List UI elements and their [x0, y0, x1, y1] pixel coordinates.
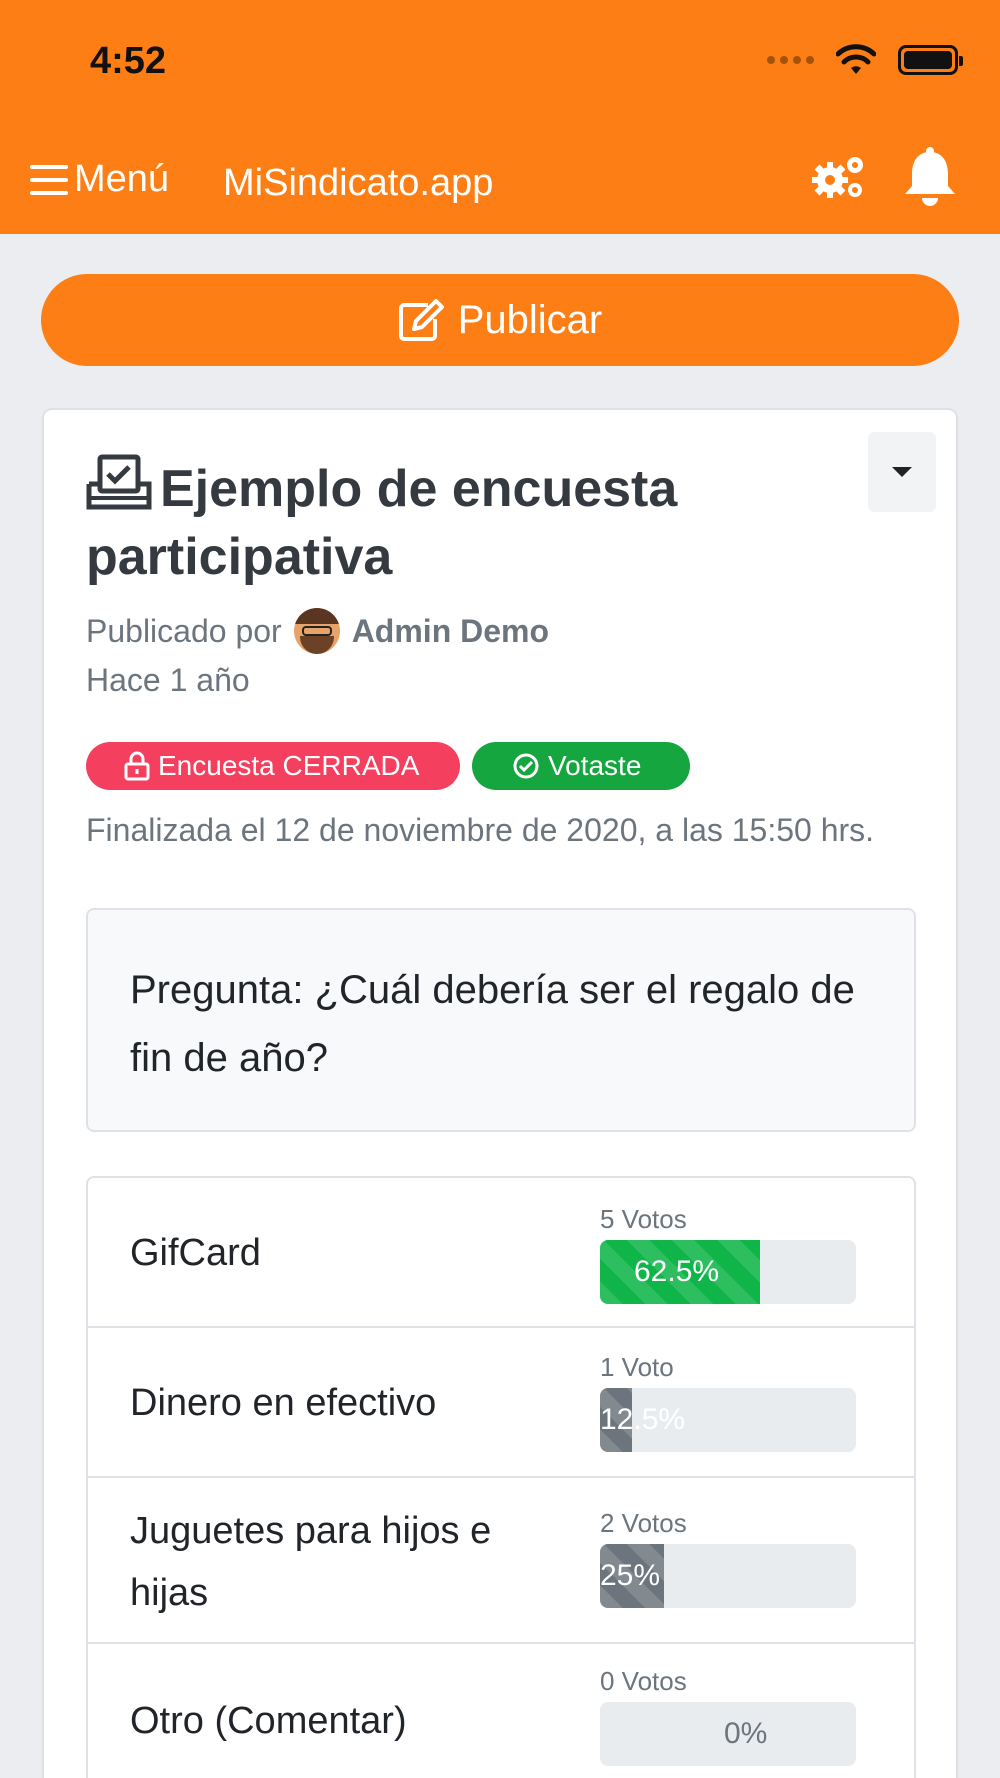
poll-option-votes: 5 Votos — [600, 1204, 687, 1234]
poll-badges: Encuesta CERRADA Votaste — [86, 742, 690, 790]
wifi-icon — [836, 44, 876, 74]
poll-option[interactable]: Otro (Comentar) 0 Votos 0% — [88, 1644, 914, 1778]
poll-card: Ejemplo de encuesta participativa Public… — [42, 408, 958, 1778]
poll-option-label: Otro (Comentar) — [130, 1700, 407, 1742]
card-options-dropdown[interactable] — [868, 432, 936, 512]
poll-option-bar: 12.5% — [600, 1388, 856, 1452]
signal-icon — [767, 56, 814, 64]
poll-options-list: GifCard 5 Votos 62.5% Dinero en efectivo… — [86, 1176, 916, 1778]
poll-option-bar: 25% — [600, 1544, 856, 1608]
poll-option-votes: 2 Votos — [600, 1508, 687, 1538]
poll-option[interactable]: GifCard 5 Votos 62.5% — [88, 1178, 914, 1328]
poll-option-bar: 62.5% — [600, 1240, 856, 1304]
poll-question: Pregunta: ¿Cuál debería ser el regalo de… — [86, 908, 916, 1132]
status-time: 4:52 — [90, 40, 167, 82]
app-title: MiSindicato.app — [223, 162, 494, 204]
publish-label: Publicar — [457, 297, 603, 342]
voted-label: Votaste — [548, 750, 642, 781]
poll-option-label: Dinero en efectivo — [130, 1382, 437, 1424]
edit-icon — [398, 299, 444, 341]
lock-icon — [124, 751, 150, 781]
top-nav: Menú MiSindicato.app — [0, 140, 1000, 220]
status-icons — [767, 44, 963, 76]
poll-closed-note: Finalizada el 12 de noviembre de 2020, a… — [86, 812, 875, 848]
hamburger-icon — [30, 164, 68, 195]
post-title: Ejemplo de encuesta participativa — [86, 460, 678, 586]
published-by-label: Publicado por — [86, 612, 282, 649]
post-meta: Publicado por Admin Demo — [86, 608, 549, 654]
notifications-button[interactable] — [902, 146, 958, 213]
bell-icon — [905, 147, 955, 206]
author-name[interactable]: Admin Demo — [352, 613, 549, 650]
post-title-row: Ejemplo de encuesta participativa — [86, 454, 806, 591]
check-circle-icon — [513, 753, 539, 779]
poll-question-text: Pregunta: ¿Cuál debería ser el regalo de… — [130, 968, 855, 1080]
poll-closed-label: Encuesta CERRADA — [158, 750, 420, 781]
publish-button[interactable]: Publicar — [41, 274, 959, 366]
poll-option-votes: 1 Voto — [600, 1352, 674, 1382]
poll-option-label: GifCard — [130, 1232, 261, 1274]
gears-icon — [812, 157, 863, 198]
poll-option-bar: 0% — [600, 1702, 856, 1766]
poll-option-percent: 25% — [600, 1559, 661, 1592]
settings-button[interactable] — [810, 154, 866, 205]
poll-option[interactable]: Juguetes para hijos e hijas 2 Votos 25% — [88, 1478, 914, 1644]
menu-button[interactable]: Menú — [30, 158, 169, 201]
ballot-box-icon — [86, 454, 152, 510]
poll-option[interactable]: Dinero en efectivo 1 Voto 12.5% — [88, 1328, 914, 1478]
poll-option-label: Juguetes para hijos e hijas — [130, 1510, 492, 1614]
post-time-ago: Hace 1 año — [86, 662, 250, 698]
poll-closed-badge: Encuesta CERRADA — [86, 742, 460, 790]
battery-icon — [898, 45, 963, 75]
poll-option-percent: 12.5% — [600, 1403, 686, 1436]
author-avatar — [293, 608, 340, 654]
app-header: 4:52 Menú MiSindicato.app — [0, 0, 1000, 234]
poll-option-votes: 0 Votos — [600, 1666, 687, 1696]
poll-option-percent: 0% — [724, 1717, 768, 1750]
voted-badge: Votaste — [472, 742, 690, 790]
menu-label: Menú — [74, 158, 170, 200]
poll-option-percent: 62.5% — [634, 1255, 720, 1288]
